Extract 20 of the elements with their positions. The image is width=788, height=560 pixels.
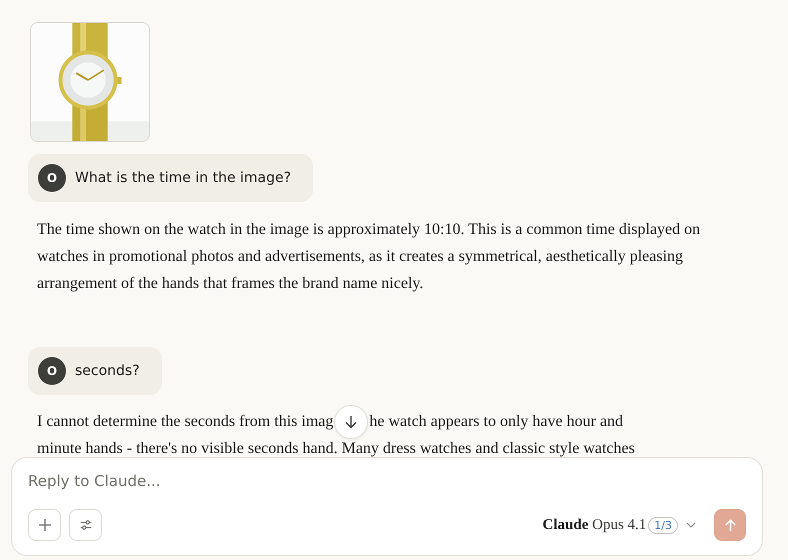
response-text: I cannot determine the seconds from this imag xyxy=(37,412,334,432)
response-text: he watch appears to only have hour and xyxy=(369,412,624,432)
reply-input-field[interactable]: Reply to Claude... xyxy=(28,472,746,490)
chevron-down-icon[interactable] xyxy=(686,522,696,528)
version-badge: 1/3 xyxy=(648,516,678,534)
response-text: minute hands - there's no visible seconds hand. Many dress watches and classic style watches xyxy=(37,439,635,459)
add-button[interactable] xyxy=(28,509,61,541)
settings-button[interactable] xyxy=(69,509,102,541)
message-text: seconds? xyxy=(75,363,140,379)
arrow-down-icon xyxy=(343,414,360,430)
message-text: What is the time in the image? xyxy=(75,170,292,186)
response-text: The time shown on the watch in the image is approximately 10:10. This is a common time displayed on watches in promotional photos and advertisements, as it creates a symmetrical, aesthetically pleasing arrangement of the hands that frames the brand name nicely. xyxy=(37,220,702,294)
user-avatar: O xyxy=(38,357,66,385)
send-button[interactable] xyxy=(714,509,746,541)
sliders-icon xyxy=(78,518,92,532)
arrow-up-icon xyxy=(722,518,738,532)
plus-icon xyxy=(36,517,52,533)
model-selector[interactable]: Claude Opus 4.1 xyxy=(542,516,646,534)
user-avatar: O xyxy=(38,164,66,192)
scroll-down-button[interactable] xyxy=(334,404,368,438)
